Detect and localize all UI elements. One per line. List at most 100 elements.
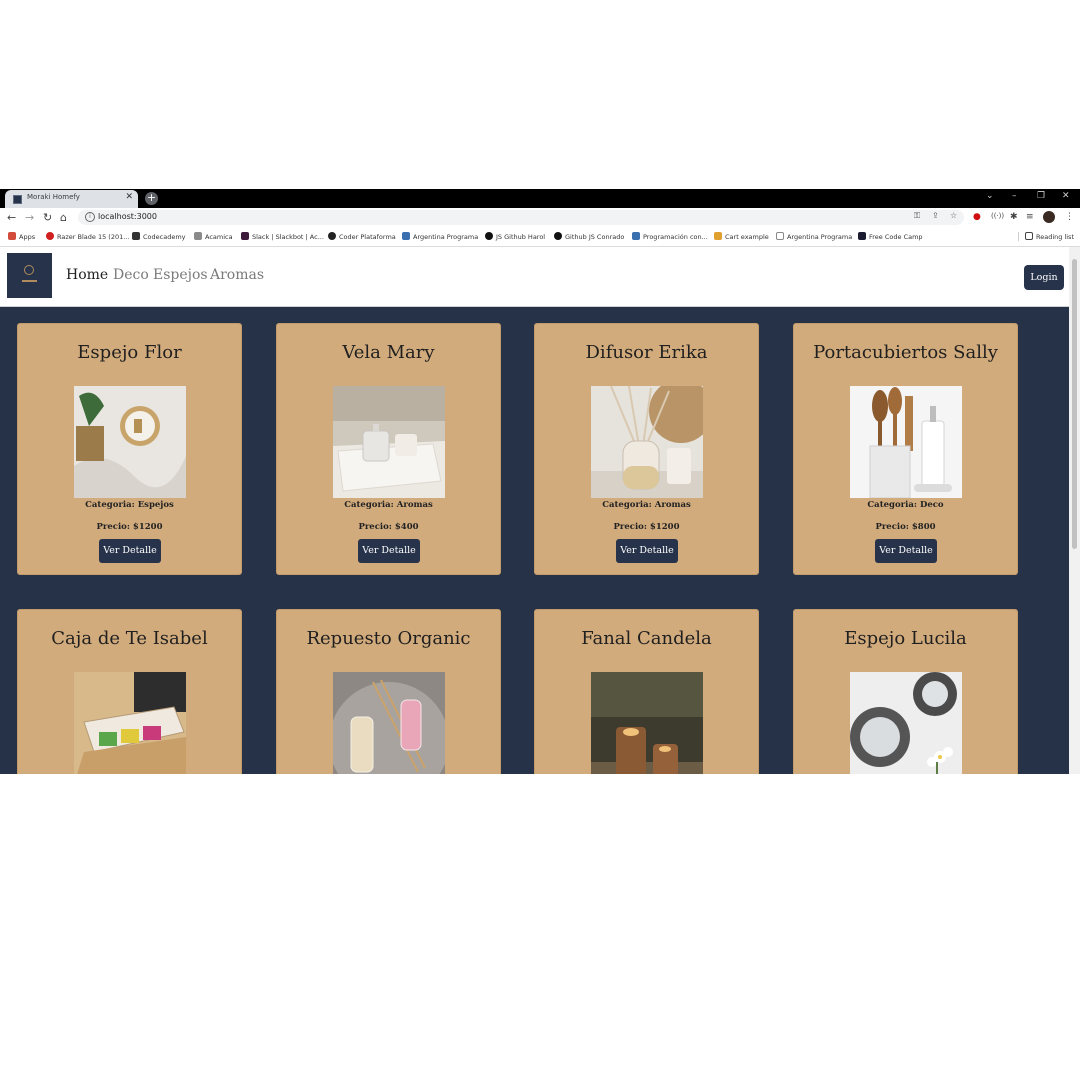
reload-icon[interactable]: ↻	[43, 211, 52, 224]
product-image-reed-diffuser[interactable]	[591, 386, 703, 498]
key-icon[interactable]: ⚿	[914, 211, 920, 221]
codecademy-icon	[132, 232, 140, 240]
bookmark-label: Razer Blade 15 (201...	[57, 233, 130, 241]
programacion-icon	[632, 232, 640, 240]
bookmark-item[interactable]: Argentina Programa	[776, 232, 852, 241]
product-name: Espejo Lucila	[844, 628, 967, 649]
nav-link-espejos[interactable]: Espejos	[153, 267, 208, 283]
github-icon	[485, 232, 493, 240]
page-icon	[776, 232, 784, 240]
logo-mark-icon	[24, 265, 34, 275]
restore-icon[interactable]: ❐	[1037, 191, 1045, 201]
page-scrollbar[interactable]	[1069, 247, 1080, 774]
tab-close-icon[interactable]: ✕	[125, 192, 133, 202]
acamica-icon	[194, 232, 202, 240]
view-detail-button[interactable]: Ver Detalle	[616, 539, 678, 563]
product-image-candle-tray[interactable]	[333, 386, 445, 498]
apps-grid-icon	[8, 232, 16, 240]
back-icon[interactable]: ←	[7, 211, 16, 224]
bookmark-label: Programación con...	[643, 233, 708, 241]
bookmark-item[interactable]: JS Github Harol	[485, 232, 545, 241]
freecodecamp-icon	[858, 232, 866, 240]
menu-icon[interactable]: ⋮	[1065, 212, 1074, 222]
browser-window: Moraki Homefy ✕ + ⌄ – ❐ ✕ ← → ↻ ⌂ i loca…	[0, 189, 1080, 774]
bookmark-label: Acamica	[205, 233, 233, 241]
bookmark-item[interactable]: Argentina Programa	[402, 232, 478, 241]
view-detail-button[interactable]: Ver Detalle	[875, 539, 937, 563]
product-image-utensil-holder[interactable]	[850, 386, 962, 498]
product-price: Precio: $1200	[96, 522, 163, 532]
product-category: Categoria: Aromas	[344, 500, 433, 510]
minimize-icon[interactable]: –	[1012, 191, 1017, 201]
reading-list-icon	[1025, 232, 1033, 240]
view-detail-button[interactable]: Ver Detalle	[358, 539, 420, 563]
close-window-icon[interactable]: ✕	[1062, 191, 1070, 201]
reading-list-label: Reading list	[1036, 233, 1074, 241]
nav-link-aromas[interactable]: Aromas	[210, 267, 264, 283]
bookmark-label: Cart example	[725, 233, 769, 241]
nav-link-home[interactable]: Home	[66, 267, 108, 283]
new-tab-icon[interactable]: +	[145, 192, 158, 205]
product-image-glass-candles[interactable]	[591, 672, 703, 774]
profile-avatar[interactable]	[1043, 211, 1055, 223]
nav-link-deco[interactable]: Deco	[113, 267, 149, 283]
bookmark-label: Slack | Slackbot | Ac...	[252, 233, 324, 241]
product-card: Difusor Erika Categoria: Aromas Precio: …	[534, 323, 759, 575]
bookmark-label: Argentina Programa	[787, 233, 853, 241]
bookmark-label: JS Github Harol	[496, 233, 546, 241]
browser-tab[interactable]: Moraki Homefy ✕	[5, 190, 138, 208]
media-control-icon[interactable]: ≡	[1026, 212, 1034, 222]
bookmark-item[interactable]: Cart example	[714, 232, 769, 241]
product-name: Caja de Te Isabel	[51, 628, 208, 649]
product-name: Portacubiertos Sally	[813, 342, 998, 363]
forward-icon[interactable]: →	[25, 211, 34, 224]
product-name: Vela Mary	[342, 342, 435, 363]
bookmark-label: Github JS Conrado	[565, 233, 625, 241]
product-card: Repuesto Organic	[276, 609, 501, 774]
product-image-round-mirror[interactable]	[74, 386, 186, 498]
scrollbar-thumb[interactable]	[1072, 259, 1077, 549]
bookmark-label: Argentina Programa	[413, 233, 479, 241]
product-image-diffuser-refill[interactable]	[333, 672, 445, 774]
bookmark-item[interactable]: Codecademy	[132, 232, 186, 241]
reading-list-button[interactable]: Reading list	[1018, 232, 1074, 241]
logo-line	[22, 280, 37, 282]
site-logo[interactable]	[7, 253, 52, 298]
extension-icon[interactable]: ((·))	[991, 212, 1004, 220]
view-detail-button[interactable]: Ver Detalle	[99, 539, 161, 563]
address-bar[interactable]: i localhost:3000 ⚿ ⇪ ☆	[78, 210, 964, 225]
product-category: Categoria: Deco	[867, 500, 944, 510]
bookmark-item[interactable]: Coder Plataforma	[328, 232, 396, 241]
bookmark-label: Free Code Camp	[869, 233, 923, 241]
bookmark-item[interactable]: Free Code Camp	[858, 232, 923, 241]
opera-extension-icon[interactable]: ●	[973, 212, 981, 222]
site-info-icon[interactable]: i	[85, 212, 95, 222]
bookmark-label: Codecademy	[143, 233, 186, 241]
login-button[interactable]: Login	[1024, 265, 1064, 290]
product-name: Repuesto Organic	[306, 628, 471, 649]
product-name: Difusor Erika	[585, 342, 708, 363]
product-card: Caja de Te Isabel	[17, 609, 242, 774]
bookmark-item[interactable]: Github JS Conrado	[554, 232, 624, 241]
bookmark-star-icon[interactable]: ☆	[950, 211, 957, 220]
tab-search-icon[interactable]: ⌄	[986, 191, 994, 201]
bookmark-item[interactable]: Acamica	[194, 232, 233, 241]
razer-icon	[46, 232, 54, 240]
product-card: Fanal Candela	[534, 609, 759, 774]
puzzle-icon[interactable]: ✱	[1010, 212, 1018, 222]
bookmark-label: Coder Plataforma	[339, 233, 396, 241]
bookmark-item[interactable]: Apps	[8, 232, 35, 241]
product-image-mosaic-mirrors[interactable]	[850, 672, 962, 774]
product-name: Fanal Candela	[581, 628, 712, 649]
bookmark-item[interactable]: Programación con...	[632, 232, 708, 241]
bookmark-item[interactable]: Razer Blade 15 (201...	[46, 232, 129, 241]
share-icon[interactable]: ⇪	[932, 211, 939, 220]
product-card: Vela Mary Categoria: Aromas Precio: $400…	[276, 323, 501, 575]
product-price: Precio: $400	[358, 522, 419, 532]
home-icon[interactable]: ⌂	[60, 211, 67, 224]
tab-strip: Moraki Homefy ✕ + ⌄ – ❐ ✕	[0, 189, 1080, 208]
product-image-tea-box[interactable]	[74, 672, 186, 774]
bookmark-item[interactable]: Slack | Slackbot | Ac...	[241, 232, 324, 241]
product-card: Espejo Lucila	[793, 609, 1018, 774]
product-category: Categoria: Espejos	[85, 500, 174, 510]
